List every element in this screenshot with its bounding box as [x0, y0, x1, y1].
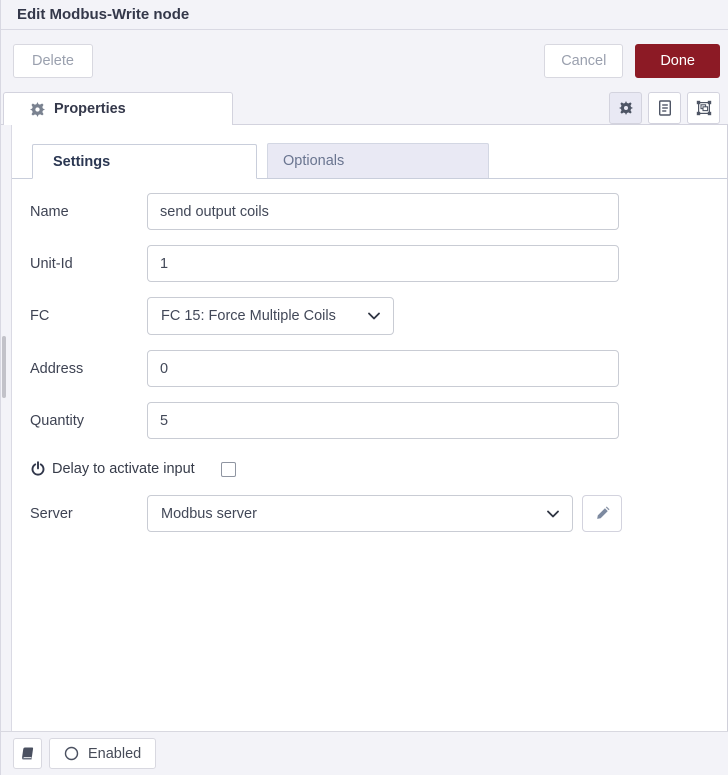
address-input[interactable] — [147, 350, 619, 387]
document-icon — [658, 100, 672, 116]
pencil-icon — [595, 506, 610, 521]
fc-field-row: FC FC 15: Force Multiple Coils — [30, 297, 727, 335]
server-label: Server — [30, 505, 73, 522]
fc-select-value: FC 15: Force Multiple Coils — [161, 308, 336, 324]
tab-optionals[interactable]: Optionals — [267, 143, 489, 178]
chevron-down-icon — [547, 510, 559, 518]
tab-properties[interactable]: Properties — [3, 92, 233, 125]
server-select-value: Modbus server — [161, 505, 257, 522]
delay-label: Delay to activate input — [52, 461, 195, 477]
tab-properties-label: Properties — [54, 101, 126, 117]
quantity-field-row: Quantity — [30, 402, 727, 439]
settings-tab-bar: Settings Optionals — [12, 143, 727, 179]
edit-server-button[interactable] — [582, 495, 622, 532]
tab-settings[interactable]: Settings — [32, 144, 257, 179]
unit-id-label: Unit-Id — [30, 255, 73, 272]
unit-id-field-row: Unit-Id — [30, 245, 727, 282]
enabled-label: Enabled — [88, 745, 142, 762]
page-title: Edit Modbus-Write node — [17, 6, 190, 23]
server-field-row: Server Modbus server — [30, 495, 727, 532]
gear-icon — [30, 101, 45, 117]
docs-button[interactable] — [13, 738, 42, 769]
delay-field-row: Delay to activate input — [30, 458, 727, 480]
toolbar: Delete Cancel Done — [1, 30, 728, 92]
appearance-icon-button[interactable] — [687, 92, 720, 124]
name-label: Name — [30, 203, 69, 220]
enabled-toggle-button[interactable]: Enabled — [49, 738, 157, 769]
delay-checkbox[interactable] — [220, 461, 236, 477]
quantity-label: Quantity — [30, 412, 84, 429]
book-icon — [20, 746, 35, 761]
server-select[interactable]: Modbus server — [147, 495, 573, 532]
chevron-down-icon — [368, 312, 380, 320]
address-field-row: Address — [30, 350, 727, 387]
editor-tab-row: Properties — [1, 92, 728, 125]
delete-button[interactable]: Delete — [13, 44, 93, 78]
footer: Enabled — [1, 731, 728, 775]
fc-label: FC — [30, 308, 50, 324]
properties-panel: Settings Optionals Name Unit-Id FC FC 15… — [11, 125, 728, 731]
circle-icon — [64, 746, 79, 761]
power-icon — [30, 461, 46, 477]
address-label: Address — [30, 360, 84, 377]
appearance-icon — [696, 100, 712, 116]
description-icon-button[interactable] — [648, 92, 681, 124]
scrollbar-thumb[interactable] — [2, 336, 6, 398]
done-button[interactable]: Done — [635, 44, 720, 78]
gear-icon — [618, 101, 633, 115]
name-field-row: Name — [30, 193, 727, 230]
cancel-button[interactable]: Cancel — [544, 44, 624, 78]
name-input[interactable] — [147, 193, 619, 230]
properties-icon-button[interactable] — [609, 92, 642, 124]
quantity-input[interactable] — [147, 402, 619, 439]
editor-tab-buttons — [609, 92, 720, 124]
dialog-titlebar: Edit Modbus-Write node — [1, 0, 728, 30]
unit-id-input[interactable] — [147, 245, 619, 282]
fc-select[interactable]: FC 15: Force Multiple Coils — [147, 297, 394, 335]
